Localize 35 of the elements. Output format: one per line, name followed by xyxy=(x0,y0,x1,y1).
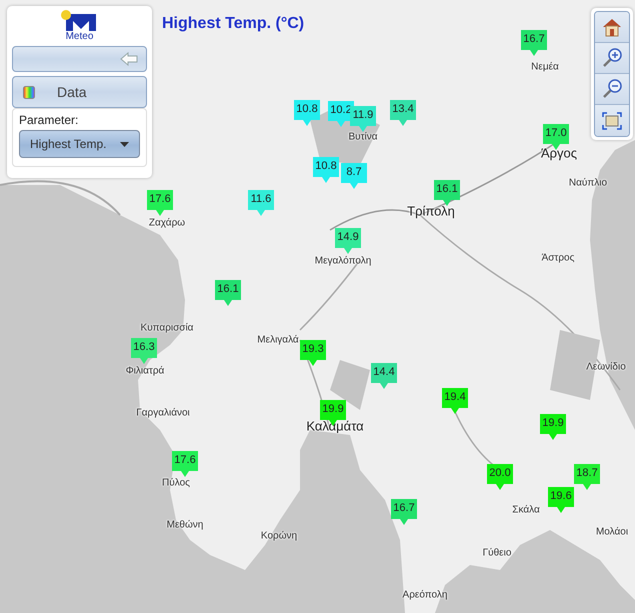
zoom-in-icon xyxy=(601,47,623,69)
place-label: Φιλιατρά xyxy=(126,366,164,376)
place-label: Γαργαλιάνοι xyxy=(136,408,190,418)
zoom-in-button[interactable] xyxy=(595,43,629,74)
parameter-dropdown[interactable]: Highest Temp. xyxy=(19,130,140,158)
place-label: Σκάλα xyxy=(512,504,540,516)
place-label: Μεγαλόπολη xyxy=(314,256,372,266)
zoom-extent-icon xyxy=(602,112,622,130)
meteo-logo: Meteo xyxy=(60,10,100,42)
place-label: Βυτίνα xyxy=(348,132,378,142)
zoom-extent-button[interactable] xyxy=(595,105,629,136)
palette-icon xyxy=(23,86,35,98)
place-label: Γύθειο xyxy=(482,548,512,558)
place-label: Ναύπλιο xyxy=(568,178,608,188)
zoom-out-button[interactable] xyxy=(595,74,629,105)
data-button[interactable]: Data xyxy=(12,76,147,108)
place-label: Νεμέα xyxy=(531,62,559,72)
place-label: Τρίπολη xyxy=(407,204,455,218)
parameter-label: Parameter: xyxy=(19,113,80,127)
place-label: Άστρος xyxy=(542,252,574,264)
place-label: Μολάοι xyxy=(596,526,628,538)
map-title: Highest Temp. (°C) xyxy=(162,15,304,33)
place-label: Μελιγαλά xyxy=(257,334,299,346)
home-icon xyxy=(601,16,623,38)
place-label: Λεωνίδιο xyxy=(586,362,626,372)
place-label: Κυπαρισσία xyxy=(140,322,194,334)
place-label: Πύλος xyxy=(162,478,190,488)
place-label: Κορώνη xyxy=(260,530,298,542)
place-label: Αρεόπολη xyxy=(402,590,448,600)
zoom-out-icon xyxy=(601,78,623,100)
back-arrow-icon xyxy=(120,52,138,66)
caret-icon xyxy=(120,142,129,146)
place-label: Μεθώνη xyxy=(166,520,204,530)
home-button[interactable] xyxy=(595,12,629,43)
place-label: Ζαχάρω xyxy=(148,218,186,228)
